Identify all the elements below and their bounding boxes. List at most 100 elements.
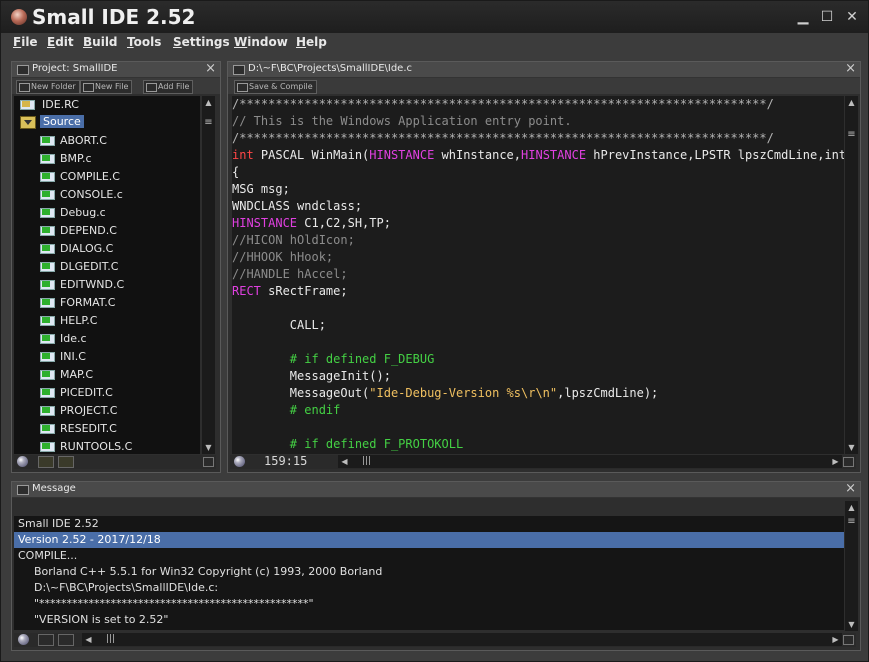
scroll-down-icon[interactable]: ▼ [202,441,215,454]
tree-file-label: PICEDIT.C [60,386,113,399]
tree-file-item[interactable]: BMP.c [38,150,198,167]
tree-file-item[interactable]: RUNTOOLS.C [38,438,198,454]
tree-file-label: PROJECT.C [60,404,118,417]
scroll-up-icon[interactable]: ▲ [202,96,215,109]
menu-window[interactable]: Window [234,35,288,49]
tree-file-label: DIALOG.C [60,242,114,255]
tree-file-item[interactable]: INI.C [38,348,198,365]
menu-file[interactable]: File [13,35,38,49]
tree-file-item[interactable]: MAP.C [38,366,198,383]
message-line[interactable]: "VERSION is set to 2.52" [14,612,844,628]
message-line[interactable]: Small IDE 2.52 [14,516,844,532]
maximize-icon[interactable]: ☐ [818,8,836,26]
clear-messages-icon[interactable] [38,634,54,646]
code-line: # if defined F_PROTOKOLL [232,436,463,453]
scroll-up-icon[interactable]: ▲ [845,96,858,109]
new-file-button[interactable]: New File [80,80,133,94]
menu-help[interactable]: Help [296,35,327,49]
message-hscrollbar[interactable]: ◀ ||| ▶ [82,633,842,646]
tree-folder-source[interactable]: Source [18,114,198,131]
message-icon [17,485,29,495]
editor-vscrollbar[interactable]: ▲ ≡ ▼ [845,96,858,454]
tree-file-item[interactable]: CONSOLE.c [38,186,198,203]
message-line[interactable]: COMPILE... [14,548,844,564]
tree-file-item[interactable]: Ide.c [38,330,198,347]
tree-file-label: MAP.C [60,368,94,381]
close-icon[interactable]: × [205,61,216,76]
tree-file-label: RUNTOOLS.C [60,440,133,453]
add-file-label: Add File [158,82,190,91]
scroll-thumb[interactable]: ≡ [845,515,858,528]
hscroll-thumb[interactable]: ||| [104,633,117,646]
tree-file-item[interactable]: DEPEND.C [38,222,198,239]
tree-file-item[interactable]: ABORT.C [38,132,198,149]
add-file-button[interactable]: Add File [143,80,194,94]
code-token: # if defined F_DEBUG [232,352,435,366]
tree-file-item[interactable]: PICEDIT.C [38,384,198,401]
scroll-left-icon[interactable]: ◀ [82,633,95,646]
close-icon[interactable]: × [845,61,856,76]
menu-build[interactable]: Build [83,35,118,49]
menu-edit[interactable]: Edit [47,35,74,49]
collapse-icon[interactable] [58,456,74,468]
c-source-file-icon [40,243,55,254]
tree-file-item[interactable]: HELP.C [38,312,198,329]
message-line[interactable]: "BUILD is set to 2017/12/18" [14,628,844,630]
tree-file-item[interactable]: FORMAT.C [38,294,198,311]
code-line: # endif [232,402,341,419]
status-orb-icon [17,456,28,467]
copy-messages-icon[interactable] [58,634,74,646]
code-token: /***************************************… [232,131,774,145]
message-line-selected[interactable]: Version 2.52 - 2017/12/18 [14,532,844,548]
scroll-right-icon[interactable]: ▶ [829,455,842,468]
close-icon[interactable]: × [845,481,856,496]
tree-file-item[interactable]: RESEDIT.C [38,420,198,437]
new-folder-button[interactable]: New Folder [16,80,80,94]
code-editor[interactable]: /***************************************… [232,96,844,454]
tree-file-item[interactable]: DIALOG.C [38,240,198,257]
message-line[interactable]: D:\~F\BC\Projects\SmallIDE\Ide.c: [14,580,844,596]
tree-item-ide-rc[interactable]: IDE.RC [18,96,198,113]
scroll-thumb[interactable]: ≡ [202,116,215,129]
tree-file-item[interactable]: DLGEDIT.C [38,258,198,275]
code-token: C1,C2,SH,TP; [297,216,391,230]
code-line: { [232,164,239,181]
close-icon[interactable]: ✕ [843,8,861,26]
code-token: # endif [232,403,341,417]
project-scrollbar[interactable]: ▲ ≡ ▼ [202,96,215,454]
expand-icon[interactable] [38,456,54,468]
project-icon [17,65,29,75]
editor-hscrollbar[interactable]: ◀ ||| ▶ [338,455,842,468]
hscroll-thumb[interactable]: ||| [360,455,373,468]
scroll-down-icon[interactable]: ▼ [845,618,858,631]
menu-tools-accel: T [127,35,134,49]
code-token: HINSTANCE [521,148,587,162]
scroll-up-icon[interactable]: ▲ [845,501,858,514]
message-vscrollbar[interactable]: ▲ ≡ ▼ [845,501,858,631]
tree-file-item[interactable]: EDITWND.C [38,276,198,293]
tree-file-item[interactable]: Debug.c [38,204,198,221]
c-source-file-icon [40,423,55,434]
c-source-file-icon [40,441,55,452]
scroll-right-icon[interactable]: ▶ [829,633,842,646]
tree-file-item[interactable]: PROJECT.C [38,402,198,419]
tree-file-label: EDITWND.C [60,278,125,291]
tree-file-label: Debug.c [60,206,106,219]
code-token: //HANDLE hAccel; [232,267,348,281]
code-token: MessageInit(); [232,369,391,383]
minimize-icon[interactable]: ▁ [794,8,812,26]
scroll-left-icon[interactable]: ◀ [338,455,351,468]
editor-toolbar: Save & Compile [228,78,860,94]
menu-build-accel: B [83,35,93,49]
scroll-down-icon[interactable]: ▼ [845,441,858,454]
menu-tools[interactable]: Tools [127,35,161,49]
save-compile-button[interactable]: Save & Compile [234,80,317,94]
code-token: int [232,148,254,162]
message-line[interactable]: Borland C++ 5.5.1 for Win32 Copyright (c… [14,564,844,580]
message-line[interactable]: "***************************************… [14,596,844,612]
tree-file-item[interactable]: COMPILE.C [38,168,198,185]
menu-settings[interactable]: Settings [173,35,230,49]
resource-file-icon [20,99,35,110]
menu-file-label: ile [21,35,38,49]
scroll-thumb[interactable]: ≡ [845,128,858,141]
